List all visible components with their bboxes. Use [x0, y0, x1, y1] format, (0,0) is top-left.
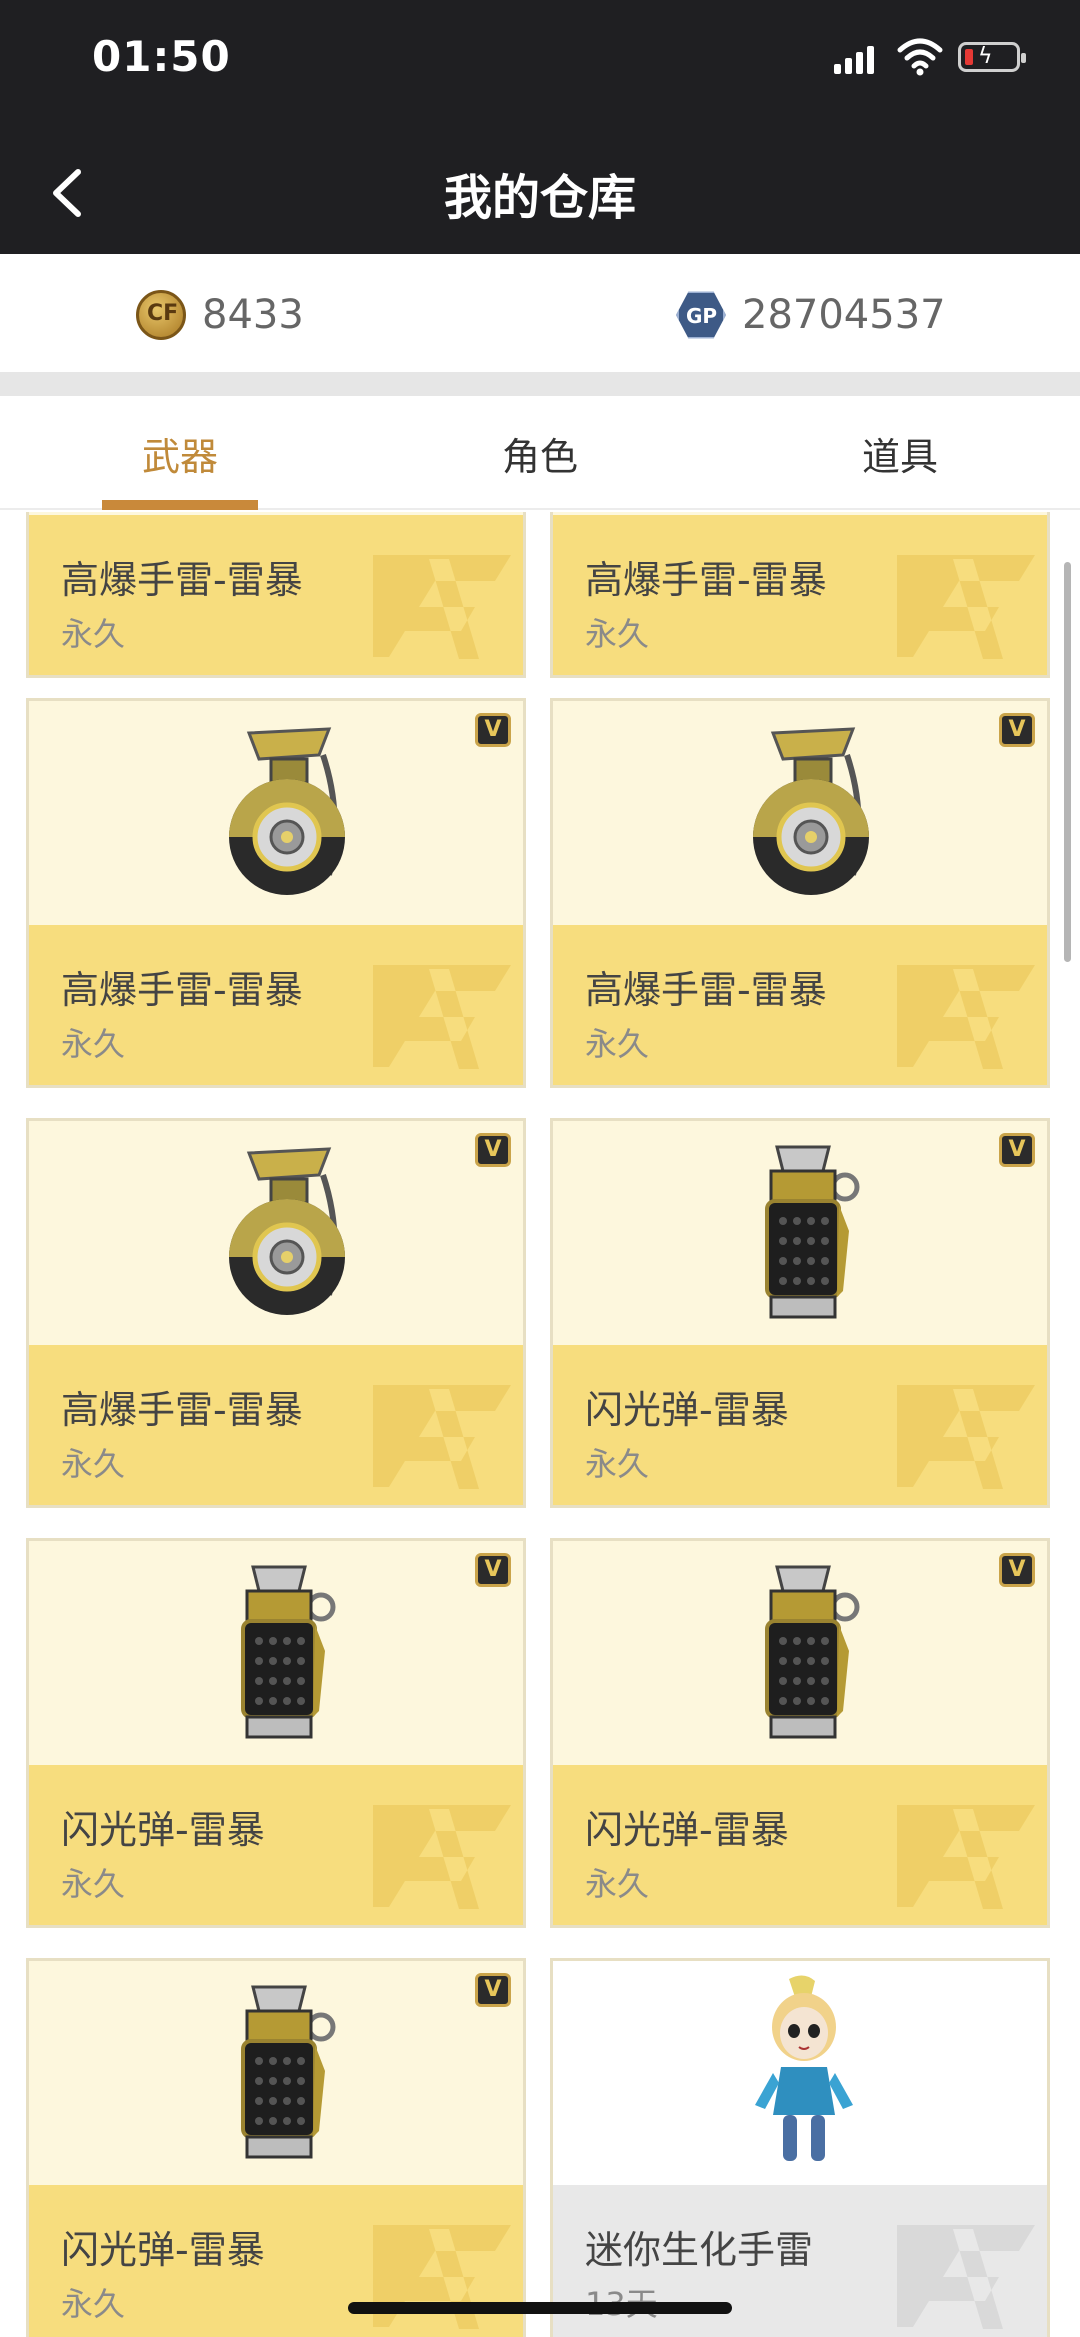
vip-badge-icon: V — [475, 1973, 511, 2007]
item-name: 闪光弹-雷暴 — [61, 1808, 265, 1852]
cf-watermark-icon — [373, 555, 511, 659]
item-name: 高爆手雷-雷暴 — [61, 558, 303, 602]
item-duration: 永久 — [61, 615, 126, 653]
cf-points: CF 8433 — [136, 290, 304, 340]
vip-badge-icon: V — [475, 1553, 511, 1587]
item-info-band: 闪光弹-雷暴 永久 — [29, 1765, 523, 1925]
charging-bolt-icon: ϟ — [978, 44, 993, 69]
item-info-band: 高爆手雷-雷暴 永久 — [553, 515, 1047, 675]
item-duration: 永久 — [585, 1445, 650, 1483]
item-info-band: 闪光弹-雷暴 永久 — [29, 2185, 523, 2337]
cf-watermark-icon — [897, 1805, 1035, 1909]
cf-watermark-icon — [373, 1385, 511, 1489]
cf-points-value: 8433 — [202, 292, 304, 338]
flashbang-canister-icon — [241, 1565, 336, 1739]
gp-value: 28704537 — [742, 292, 946, 338]
scrollbar[interactable] — [1064, 562, 1071, 962]
item-image-area — [29, 1961, 523, 2185]
battery-icon: ϟ — [958, 42, 1026, 72]
cf-coin-symbol: CF — [147, 301, 179, 326]
cf-watermark-icon — [897, 2225, 1035, 2329]
item-info-band: 高爆手雷-雷暴 永久 — [29, 1345, 523, 1505]
item-name: 闪光弹-雷暴 — [585, 1808, 789, 1852]
item-name: 迷你生化手雷 — [585, 2228, 814, 2272]
item-duration: 永久 — [585, 615, 650, 653]
item-duration: 永久 — [61, 1865, 126, 1903]
grenade-orb-icon — [229, 727, 345, 895]
flashbang-canister-icon — [765, 1565, 860, 1739]
home-indicator[interactable] — [348, 2302, 732, 2314]
flashbang-canister-icon — [241, 1985, 336, 2159]
cellular-signal-icon — [834, 44, 876, 74]
item-info-band: 高爆手雷-雷暴 永久 — [29, 925, 523, 1085]
status-time: 01:50 — [92, 32, 231, 81]
tab-characters[interactable]: 角色 — [360, 426, 720, 481]
item-info-band: 高爆手雷-雷暴 永久 — [553, 925, 1047, 1085]
item-info-band: 高爆手雷-雷暴 永久 — [29, 515, 523, 675]
gp-coin-icon: GP — [676, 291, 726, 339]
item-name: 高爆手雷-雷暴 — [61, 1388, 303, 1432]
item-card[interactable]: V 闪光弹-雷暴 永久 — [550, 1538, 1050, 1928]
nav-bar: 我的仓库 — [0, 130, 1080, 254]
item-name: 高爆手雷-雷暴 — [61, 968, 303, 1012]
item-card[interactable]: 高爆手雷-雷暴 永久 — [550, 512, 1050, 678]
item-info-band: 闪光弹-雷暴 永久 — [553, 1345, 1047, 1505]
vip-badge-icon: V — [999, 713, 1035, 747]
item-name: 高爆手雷-雷暴 — [585, 968, 827, 1012]
item-card[interactable]: 高爆手雷-雷暴 永久 — [26, 512, 526, 678]
item-card[interactable]: V 高爆手雷-雷暴 永久 — [26, 698, 526, 1088]
item-name: 闪光弹-雷暴 — [585, 1388, 789, 1432]
mini-bio-grenade-figure-icon — [755, 1975, 853, 2161]
page-title: 我的仓库 — [443, 170, 636, 226]
currency-bar: CF 8433 GP 28704537 — [0, 254, 1080, 372]
item-image-area — [553, 1541, 1047, 1765]
item-duration: 永久 — [61, 1025, 126, 1063]
vip-badge-icon: V — [475, 1133, 511, 1167]
tab-items[interactable]: 道具 — [720, 426, 1080, 481]
item-image-area — [553, 701, 1047, 925]
tab-weapons[interactable]: 武器 — [0, 426, 360, 481]
item-image-area — [29, 1541, 523, 1765]
item-image-area — [29, 1121, 523, 1345]
cf-watermark-icon — [897, 555, 1035, 659]
battery-level — [965, 49, 973, 65]
item-duration: 永久 — [585, 1025, 650, 1063]
vip-badge-icon: V — [999, 1553, 1035, 1587]
gp-balance: GP 28704537 — [676, 290, 946, 340]
item-image-area — [553, 1961, 1047, 2185]
item-duration: 永久 — [585, 1865, 650, 1903]
cf-watermark-icon — [373, 965, 511, 1069]
vip-badge-icon: V — [475, 713, 511, 747]
item-card[interactable]: V 闪光弹-雷暴 永久 — [550, 1118, 1050, 1508]
cf-watermark-icon — [373, 2225, 511, 2329]
item-image-area — [29, 701, 523, 925]
item-info-band: 迷你生化手雷 13天 — [553, 2185, 1047, 2337]
cf-coin-icon: CF — [136, 290, 186, 340]
item-card[interactable]: V 高爆手雷-雷暴 永久 — [550, 698, 1050, 1088]
item-name: 闪光弹-雷暴 — [61, 2228, 265, 2272]
item-name: 高爆手雷-雷暴 — [585, 558, 827, 602]
item-card[interactable]: 迷你生化手雷 13天 — [550, 1958, 1050, 2337]
item-info-band: 闪光弹-雷暴 永久 — [553, 1765, 1047, 1925]
status-bar: 01:50 ϟ — [0, 0, 1080, 130]
grenade-orb-icon — [229, 1147, 345, 1315]
item-duration: 永久 — [61, 1445, 126, 1483]
wifi-icon — [897, 38, 943, 76]
item-duration: 永久 — [61, 2285, 126, 2323]
category-tabs: 武器 角色 道具 — [0, 396, 1080, 510]
item-card[interactable]: V 闪光弹-雷暴 永久 — [26, 1958, 526, 2337]
active-tab-indicator — [102, 500, 258, 510]
grenade-orb-icon — [753, 727, 869, 895]
gp-coin-symbol: GP — [686, 304, 718, 328]
item-card[interactable]: V 闪光弹-雷暴 永久 — [26, 1538, 526, 1928]
flashbang-canister-icon — [765, 1145, 860, 1319]
cf-watermark-icon — [373, 1805, 511, 1909]
section-divider — [0, 372, 1080, 396]
cf-watermark-icon — [897, 965, 1035, 1069]
item-card[interactable]: V 高爆手雷-雷暴 永久 — [26, 1118, 526, 1508]
item-image-area — [553, 1121, 1047, 1345]
vip-badge-icon: V — [999, 1133, 1035, 1167]
item-grid: 高爆手雷-雷暴 永久 高爆手雷-雷暴 永久 V 高爆手雷-雷暴 永久 V 高爆手… — [0, 512, 1080, 2337]
cf-watermark-icon — [897, 1385, 1035, 1489]
